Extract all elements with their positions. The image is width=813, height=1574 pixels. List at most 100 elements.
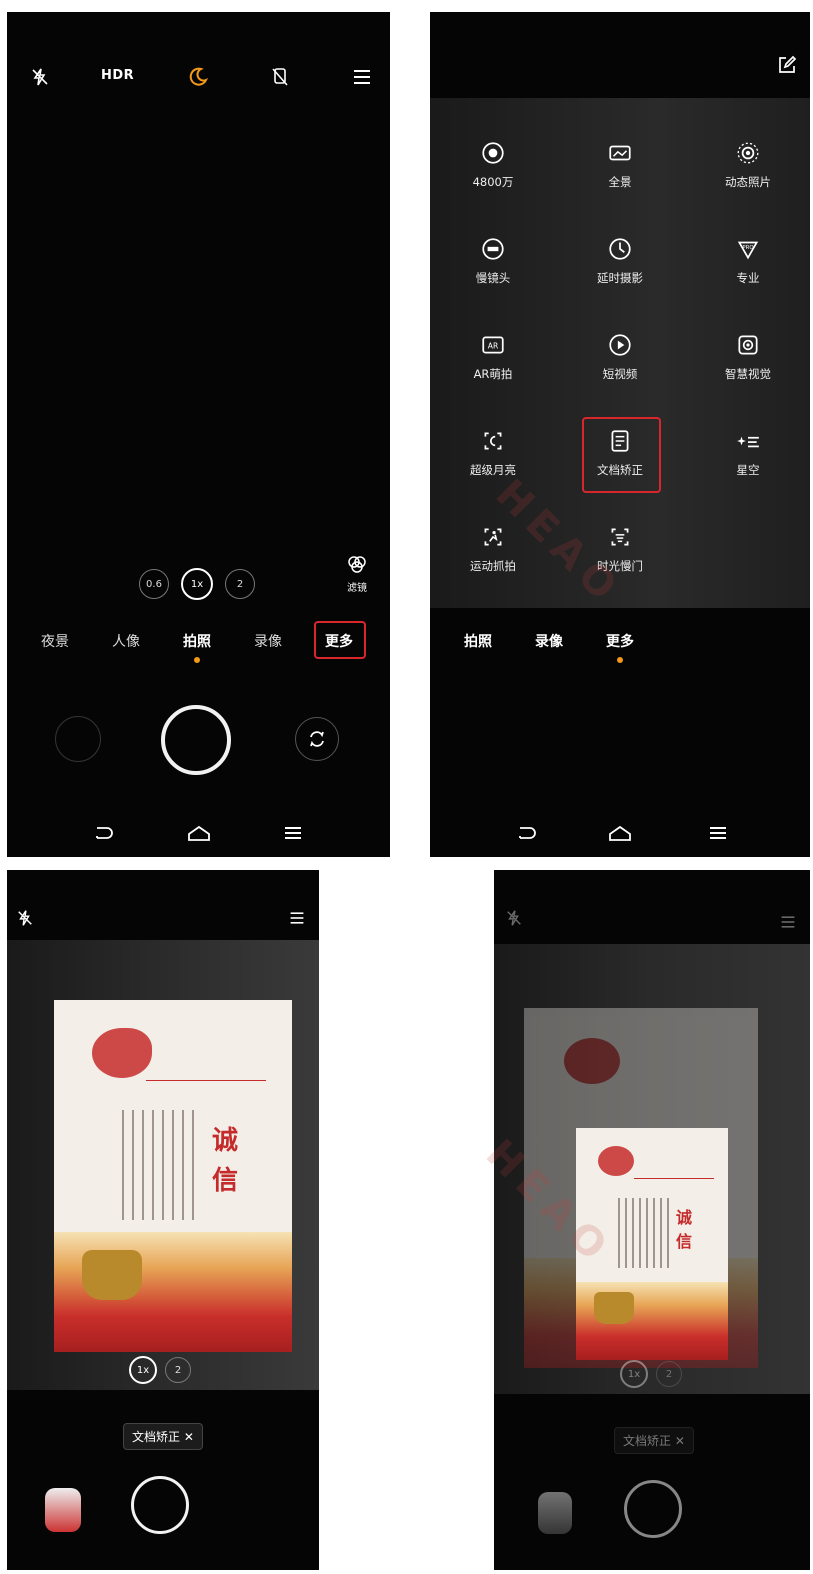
mode-grid-label: 慢镜头 — [475, 271, 511, 285]
mode-grid-item[interactable]: 4800万 — [433, 138, 553, 190]
brand-line — [146, 1080, 266, 1081]
zoom-1x[interactable]: 1x — [129, 1356, 157, 1384]
mode-grid-label: 超级月亮 — [470, 463, 516, 477]
mode-grid-item[interactable]: PRO 专业 — [688, 234, 808, 286]
svg-text:PRO: PRO — [742, 245, 753, 251]
doc-body-text — [618, 1198, 670, 1268]
ai-off-icon[interactable] — [265, 62, 295, 92]
selected-mode-dot — [617, 657, 623, 663]
doc-vessel-graphic — [82, 1250, 142, 1300]
mode-photo[interactable]: 拍照 — [183, 631, 211, 651]
svg-text:AR: AR — [488, 341, 499, 350]
gallery-thumbnail[interactable] — [55, 716, 101, 762]
mode-grid-item[interactable]: 短视频 — [560, 330, 680, 382]
panorama-icon — [605, 138, 635, 168]
smart-vision-icon — [733, 330, 763, 360]
mode-video[interactable]: 录像 — [535, 631, 563, 651]
ar-icon: AR — [478, 330, 508, 360]
slow-motion-icon — [478, 234, 508, 264]
brand-line — [634, 1178, 714, 1179]
zoom-2[interactable]: 2 — [165, 1357, 191, 1383]
switch-camera-icon[interactable] — [295, 717, 339, 761]
mode-grid-label: 4800万 — [472, 175, 514, 189]
brand-logo — [564, 1038, 620, 1084]
short-video-icon — [605, 330, 635, 360]
selected-mode-dot — [194, 657, 200, 663]
mode-grid-item[interactable]: 动态照片 — [688, 138, 808, 190]
mode-grid-label: 动态照片 — [725, 175, 771, 189]
edit-icon[interactable] — [774, 52, 800, 78]
zoom-2[interactable]: 2 — [225, 569, 255, 599]
doc-vessel-graphic — [594, 1292, 634, 1324]
flash-off-icon[interactable] — [13, 906, 37, 930]
menu-icon[interactable] — [285, 906, 309, 930]
mode-portrait[interactable]: 人像 — [112, 631, 140, 651]
shutter-button[interactable] — [624, 1480, 682, 1538]
recents-icon[interactable] — [281, 822, 305, 844]
camera-screen-document: 诚 信 1x 2 文档矫正 ✕ — [7, 870, 319, 1570]
mode-photo[interactable]: 拍照 — [464, 631, 492, 651]
mode-video[interactable]: 录像 — [254, 631, 282, 651]
mode-more[interactable]: 更多 — [606, 631, 634, 651]
gallery-thumbnail[interactable] — [45, 1488, 81, 1532]
doc-title-char-2: 信 — [676, 1232, 693, 1251]
mode-grid-item[interactable]: 超级月亮 — [433, 426, 553, 478]
camera-screen-photo: HDR 0.6 1x 2 滤镜 夜景 人像 拍照 录像 更多 — [7, 12, 390, 857]
gallery-thumbnail[interactable] — [538, 1492, 572, 1534]
mode-grid-item[interactable]: 延时摄影 — [560, 234, 680, 286]
document-mode-chip[interactable]: 文档矫正 ✕ — [614, 1427, 694, 1454]
mode-grid-label: 全景 — [608, 175, 632, 189]
mode-grid-item[interactable]: 智慧视觉 — [688, 330, 808, 382]
flash-off-icon[interactable] — [502, 906, 526, 930]
mode-grid-label: 短视频 — [602, 367, 638, 381]
mode-grid-label: 延时摄影 — [597, 271, 643, 285]
hdr-toggle[interactable]: HDR — [101, 68, 134, 83]
filter-icon[interactable] — [343, 552, 371, 576]
live-photo-icon — [733, 138, 763, 168]
back-icon[interactable] — [91, 822, 115, 844]
mode-grid-item[interactable]: 星空 — [688, 426, 808, 478]
mode-grid-item[interactable]: 时光慢门 — [560, 522, 680, 574]
brand-logo — [598, 1146, 634, 1176]
mode-grid-item[interactable]: AR AR萌拍 — [433, 330, 553, 382]
filter-label: 滤镜 — [347, 583, 367, 594]
camera-screen-document-corrected: 诚 信 1x 2 文档矫正 ✕ — [494, 870, 810, 1570]
mode-grid-label: 时光慢门 — [597, 559, 643, 573]
doc-title-char-1: 诚 — [212, 1126, 239, 1156]
recents-icon[interactable] — [706, 822, 730, 844]
menu-icon[interactable] — [776, 910, 800, 934]
shutter-button[interactable] — [161, 705, 231, 775]
starry-sky-icon — [733, 426, 763, 456]
doc-title-char-2: 信 — [212, 1166, 239, 1196]
mode-grid-label: 运动抓拍 — [470, 559, 516, 573]
zoom-0.6[interactable]: 0.6 — [139, 569, 169, 599]
shutter-button[interactable] — [131, 1476, 189, 1534]
night-mode-icon[interactable] — [183, 62, 213, 92]
slow-shutter-icon — [605, 522, 635, 552]
mode-night[interactable]: 夜景 — [41, 631, 69, 651]
doc-title-char-1: 诚 — [676, 1208, 693, 1227]
aperture-icon — [478, 138, 508, 168]
highlight-box-more — [314, 621, 366, 659]
mode-grid-label: 专业 — [736, 271, 760, 285]
mode-grid-item[interactable]: 慢镜头 — [433, 234, 553, 286]
document-mode-chip[interactable]: 文档矫正 ✕ — [123, 1423, 203, 1450]
super-moon-icon — [478, 426, 508, 456]
flash-off-icon[interactable] — [25, 62, 55, 92]
mode-grid-item[interactable]: 全景 — [560, 138, 680, 190]
document-preview: 诚 信 — [54, 1000, 292, 1352]
back-icon[interactable] — [514, 822, 538, 844]
mode-grid-label: 星空 — [736, 463, 760, 477]
mode-grid-item[interactable]: 运动抓拍 — [433, 522, 553, 574]
zoom-1x[interactable]: 1x — [620, 1360, 648, 1388]
home-icon[interactable] — [186, 822, 212, 844]
menu-icon[interactable] — [347, 62, 377, 92]
zoom-2[interactable]: 2 — [656, 1361, 682, 1387]
brand-logo — [92, 1028, 152, 1078]
corrected-document: 诚 信 — [576, 1128, 728, 1360]
timelapse-icon — [605, 234, 635, 264]
mode-grid-label: 智慧视觉 — [725, 367, 771, 381]
zoom-1x[interactable]: 1x — [181, 568, 213, 600]
mode-grid-label: AR萌拍 — [473, 367, 513, 381]
home-icon[interactable] — [607, 822, 633, 844]
